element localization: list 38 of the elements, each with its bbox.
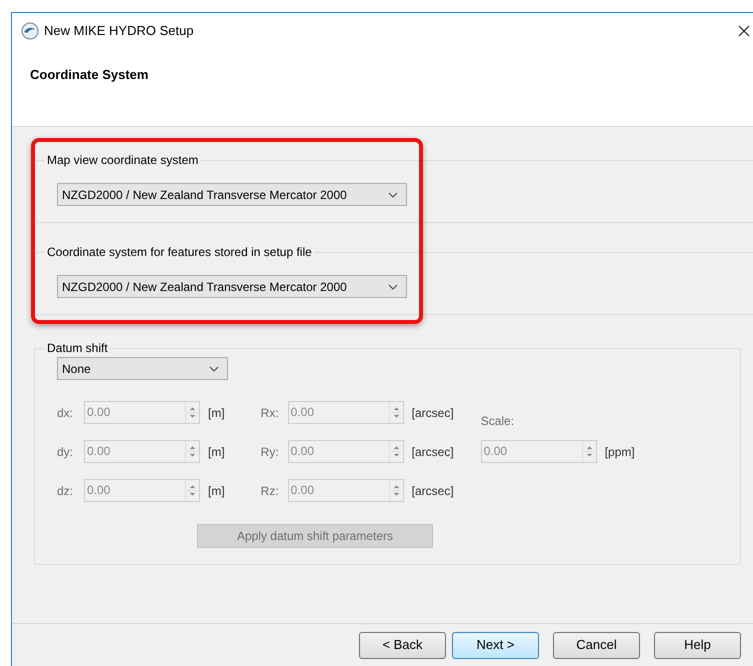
dropdown[interactable]: NZGD2000 / New Zealand Transverse Mercator 2000: [57, 183, 407, 206]
field-label: Rx:: [260, 404, 280, 422]
dialog-button[interactable]: Next >: [452, 632, 539, 658]
chevron-down-icon: [388, 284, 398, 290]
group-label: Datum shift: [47, 341, 108, 355]
spin-arrows-icon: [185, 441, 199, 462]
dialog-button[interactable]: Help: [654, 632, 741, 658]
group-label: Map view coordinate system: [47, 153, 198, 167]
unit-label: [ppm]: [604, 444, 635, 460]
scale-label: Scale:: [480, 413, 514, 430]
spin-arrows-icon: [582, 441, 596, 462]
dialog-button[interactable]: Cancel: [553, 632, 640, 658]
unit-label: [arcsec]: [412, 404, 454, 422]
field-label: Rz:: [260, 482, 280, 500]
window-title: New MIKE HYDRO Setup: [44, 22, 194, 40]
spin-arrows-icon: [388, 402, 403, 423]
unit-label: [m]: [208, 444, 225, 460]
spin-arrows-icon: [185, 480, 199, 501]
field-label: dz:: [57, 482, 74, 500]
page-title: Coordinate System: [30, 66, 150, 84]
field-label: Ry:: [260, 444, 280, 460]
unit-label: [m]: [208, 482, 225, 500]
spin-arrows-icon: [388, 480, 403, 501]
group-label: Coordinate system for features stored in setup file: [47, 245, 312, 259]
dropdown[interactable]: NZGD2000 / New Zealand Transverse Mercator 2000: [57, 275, 407, 298]
unit-label: [arcsec]: [412, 482, 454, 500]
dialog-button[interactable]: < Back: [359, 632, 446, 658]
spin-arrows-icon: [388, 441, 403, 462]
app-logo-icon: [21, 22, 39, 40]
unit-label: [arcsec]: [412, 444, 454, 460]
close-icon[interactable]: [738, 25, 750, 37]
field-label: dx:: [57, 404, 74, 422]
unit-label: [m]: [208, 404, 225, 422]
chevron-down-icon: [209, 366, 219, 372]
chevron-down-icon: [388, 192, 398, 198]
spin-arrows-icon: [185, 402, 199, 423]
field-label: dy:: [57, 444, 74, 460]
dropdown[interactable]: None: [57, 357, 228, 380]
